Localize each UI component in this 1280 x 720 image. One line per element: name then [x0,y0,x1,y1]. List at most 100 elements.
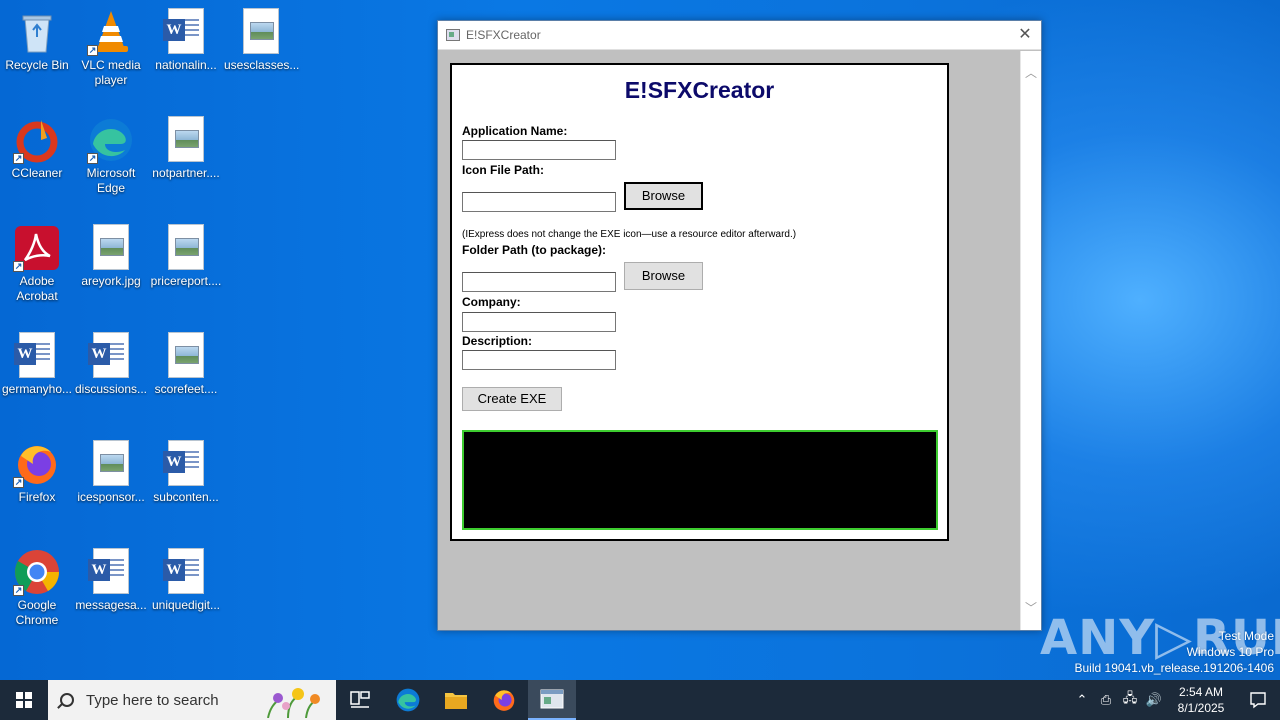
vlc-cone-icon: ↗ [87,8,135,56]
desktop-icon-microsoft-edge[interactable]: ↗ Microsoft Edge [74,116,148,196]
system-watermark: Test Mode Windows 10 Pro Build 19041.vb_… [1075,628,1275,676]
desktop-icon-label: usesclasses... [224,58,300,72]
start-button[interactable] [0,680,48,720]
desktop-icon-recycle-bin[interactable]: Recycle Bin [0,8,74,73]
desktop-icon-label: discussions... [74,382,148,396]
window-title: E!SFXCreator [466,28,541,42]
desktop-icon-adobe-acrobat[interactable]: ↗ Adobe Acrobat [0,224,74,304]
app-heading: E!SFXCreator [624,77,775,103]
word-document-icon: W [87,332,135,380]
adobe-acrobat-icon: ↗ [13,224,61,272]
flowers-icon [267,688,320,718]
company-input[interactable] [462,312,616,332]
task-view-icon [350,691,370,708]
desktop-icon-label: Microsoft Edge [86,166,136,195]
windows-logo-icon [16,692,32,708]
desktop-icon-label: CCleaner [11,166,63,180]
desktop-icon-firefox[interactable]: ↗ Firefox [0,440,74,505]
desktop-icon-label: icesponsor... [77,490,145,504]
company-label: Company: [462,295,521,309]
chevron-up-icon[interactable]: ⌃ [1070,692,1094,708]
browse-icon-button[interactable]: Browse [624,182,703,210]
desktop-icon-uniquedigit[interactable]: W uniquedigit... [149,548,223,613]
test-mode-text: Test Mode [1218,629,1274,643]
build-text: Build 19041.vb_release.191206-1406 [1074,661,1275,675]
browse-folder-button[interactable]: Browse [624,262,703,290]
windows-edition-text: Windows 10 Pro [1186,645,1274,659]
chevron-up-icon[interactable]: ︿ [1021,63,1041,83]
word-document-icon: W [162,440,210,488]
desktop-icon-label: scorefeet.... [154,382,218,396]
notification-icon [1250,692,1266,709]
desktop-icon-label: Firefox [18,490,56,504]
desktop-icon-icesponsor[interactable]: icesponsor... [74,440,148,505]
folder-icon [445,693,467,709]
firefox-icon [493,690,515,711]
desktop-icon-notpartner[interactable]: notpartner.... [149,116,223,181]
desktop-icon-nationalin[interactable]: W nationalin... [149,8,223,73]
taskbar: Type here to search ⌃ ⎙ 🖧 🔊 2:54 AM 8/1/… [0,680,1280,720]
word-document-icon: W [162,548,210,596]
search-icon [60,693,74,707]
desktop-icon-label: Google Chrome [15,598,59,627]
search-placeholder: Type here to search [86,691,219,709]
desktop-icon-discussions[interactable]: W discussions... [74,332,148,397]
desktop-icon-pricereport[interactable]: pricereport.... [149,224,223,289]
description-label: Description: [462,334,533,348]
desktop-icon-subconten[interactable]: W subconten... [149,440,223,505]
folder-path-label: Folder Path (to package): [462,243,607,257]
notification-button[interactable] [1236,680,1280,720]
close-button[interactable]: ✕ [1009,21,1041,50]
icon-file-path-input[interactable] [462,192,616,212]
edge-icon: ↗ [87,116,135,164]
chrome-icon: ↗ [13,548,61,596]
taskbar-firefox-button[interactable] [480,680,528,720]
icon-file-path-label: Icon File Path: [462,163,545,177]
vertical-scrollbar[interactable]: ︿ ﹀ [1020,51,1041,630]
taskbar-sfxcreator-button[interactable] [528,680,576,720]
taskbar-edge-button[interactable] [384,680,432,720]
speaker-icon[interactable]: 🔊 [1142,692,1166,708]
desktop-icon-label: Recycle Bin [5,58,69,72]
network-icon[interactable]: 🖧 [1118,689,1142,711]
usb-icon[interactable]: ⎙ [1094,692,1118,708]
taskbar-clock[interactable]: 2:54 AM 8/1/2025 [1166,684,1236,716]
desktop-icon-germanyho[interactable]: W germanyho... [0,332,74,397]
desktop-icon-label: VLC media player [81,58,141,87]
desktop-icon-ccleaner[interactable]: ↗ CCleaner [0,116,74,181]
application-name-input[interactable] [462,140,616,160]
folder-path-input[interactable] [462,272,616,292]
desktop-icon-label: nationalin... [155,58,217,72]
desktop-icon-vlc[interactable]: ↗ VLC media player [74,8,148,88]
create-exe-button[interactable]: Create EXE [462,387,562,411]
taskbar-file-explorer-button[interactable] [432,680,480,720]
image-file-icon [162,224,210,272]
chevron-down-icon[interactable]: ﹀ [1021,598,1041,618]
form-panel: E!SFXCreator Application Name: Icon File… [450,63,949,541]
taskbar-search-box[interactable]: Type here to search [48,680,336,720]
desktop-icon-label: uniquedigit... [151,598,221,612]
app-window-icon [540,689,564,709]
image-file-icon [162,332,210,380]
word-document-icon: W [13,332,61,380]
desktop-icon-label: pricereport.... [150,274,222,288]
desktop-icon-messagesa[interactable]: W messagesa... [74,548,148,613]
application-name-label: Application Name: [462,124,568,138]
desktop-icon-label: areyork.jpg [81,274,141,288]
desktop-icon-usesclasses[interactable]: usesclasses... [224,8,300,73]
image-file-icon [87,224,135,272]
recycle-bin-icon [13,8,61,56]
desktop-icon-areyork[interactable]: areyork.jpg [74,224,148,289]
desktop-icon-label: germanyho... [1,382,73,396]
image-file-icon [162,116,210,164]
edge-icon [396,688,420,712]
task-view-button[interactable] [336,680,384,720]
desktop: Recycle Bin ↗ CCleaner ↗ Adobe Acrobat W… [0,0,1280,680]
window-titlebar[interactable]: E!SFXCreator ✕ [438,21,1041,50]
desktop-icon-scorefeet[interactable]: scorefeet.... [149,332,223,397]
clock-time: 2:54 AM [1178,685,1224,699]
word-document-icon: W [162,8,210,56]
clock-date: 8/1/2025 [1177,701,1225,715]
desktop-icon-google-chrome[interactable]: ↗ Google Chrome [0,548,74,628]
description-input[interactable] [462,350,616,370]
